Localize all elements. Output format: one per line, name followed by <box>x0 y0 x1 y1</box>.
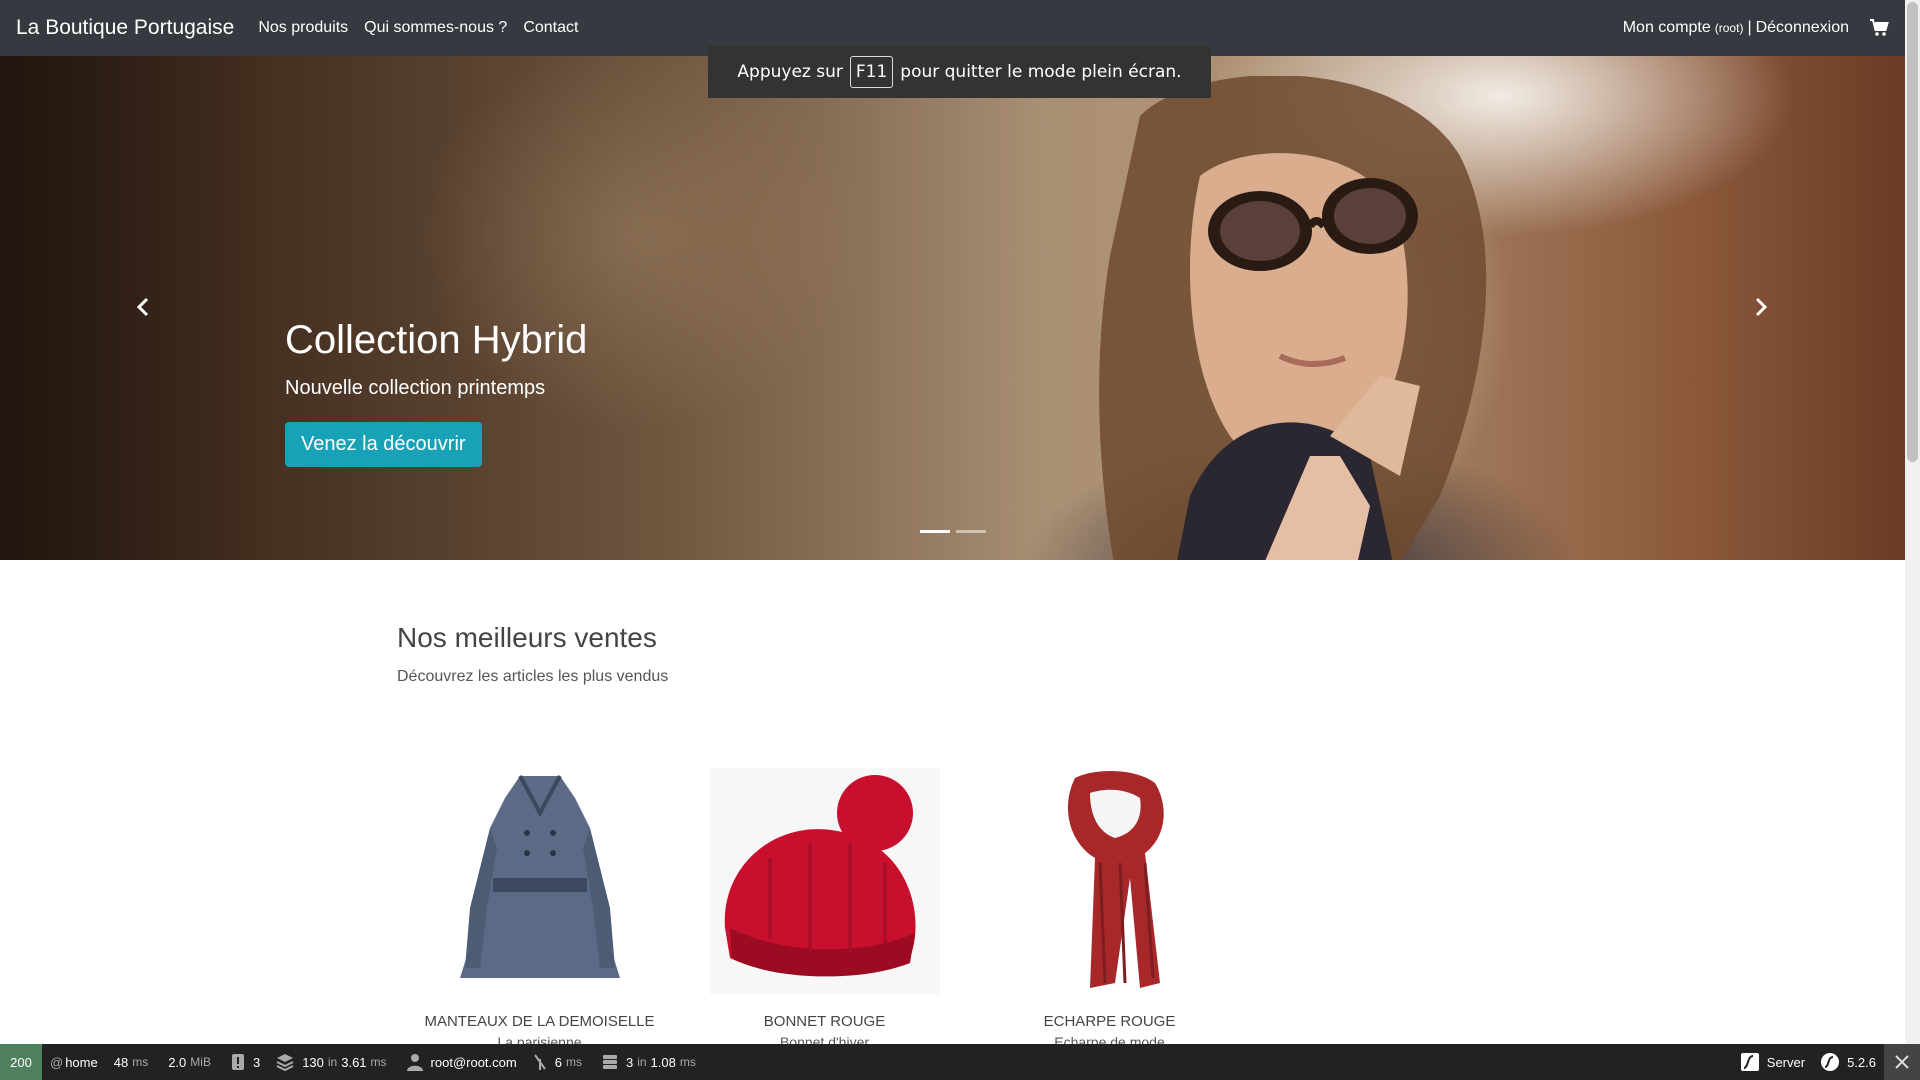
twig-in: in <box>327 1055 338 1069</box>
account-user: (root) <box>1714 21 1744 35</box>
cache-unit: ms <box>565 1055 582 1069</box>
product-list: MANTEAUX DE LA DEMOISELLE La parisienne … <box>397 768 1252 1050</box>
status-badge[interactable]: 200 <box>0 1044 42 1080</box>
nav-separator: | <box>1747 19 1752 36</box>
hero-subtitle: Nouvelle collection printemps <box>285 377 546 399</box>
bestsellers-header: Nos meilleurs ventes Découvrez les artic… <box>397 622 668 686</box>
hero-shade <box>0 56 1905 560</box>
toolbar-route[interactable]: @ home <box>42 1044 106 1080</box>
time-unit: ms <box>132 1055 149 1069</box>
debug-toolbar: 200 @ home 48 ms 2.0 MiB 3 130 in 3.61 m… <box>0 1044 1920 1080</box>
bestsellers-subtitle: Découvrez les articles les plus vendus <box>397 668 669 685</box>
memory-value: 2.0 <box>168 1054 187 1070</box>
discover-button[interactable]: Venez la découvrir <box>285 422 482 467</box>
cart-icon[interactable] <box>1869 18 1889 38</box>
beanie-image <box>709 768 940 994</box>
carousel-indicator-1[interactable] <box>920 530 950 533</box>
scrollbar-thumb[interactable] <box>1907 2 1918 462</box>
fullscreen-notice: Appuyez sur F11 pour quitter le mode ple… <box>708 46 1211 98</box>
close-icon <box>1895 1055 1909 1069</box>
chevron-left-icon <box>136 297 149 317</box>
server-label: Server <box>1766 1054 1806 1070</box>
toolbar-version[interactable]: 5.2.6 <box>1813 1044 1884 1080</box>
user-icon <box>406 1054 423 1071</box>
database-icon <box>602 1055 617 1069</box>
route-name: home <box>65 1054 98 1070</box>
nav-link-about[interactable]: Qui sommes-nous ? <box>364 19 507 37</box>
cache-icon <box>533 1054 546 1070</box>
fullscreen-key: F11 <box>849 56 894 88</box>
toolbar-database[interactable]: 3 in 1.08 ms <box>594 1044 708 1080</box>
account-label: Mon compte <box>1622 19 1711 36</box>
hero-carousel: Collection Hybrid Nouvelle collection pr… <box>0 56 1905 560</box>
db-time: 1.08 <box>650 1054 676 1070</box>
nav-link-products[interactable]: Nos produits <box>258 19 348 37</box>
toolbar-close-button[interactable] <box>1884 1044 1920 1080</box>
toolbar-time[interactable]: 48 ms <box>106 1044 160 1080</box>
cache-value: 6 <box>554 1054 562 1070</box>
carousel-next-button[interactable] <box>1746 292 1776 322</box>
carousel-prev-button[interactable] <box>128 292 158 322</box>
hero-model-image <box>1099 76 1487 560</box>
account-link[interactable]: Mon compte (root) <box>1623 19 1744 37</box>
product-name[interactable]: MANTEAUX DE LA DEMOISELLE <box>397 1013 682 1030</box>
page: La Boutique Portugaise Nos produits Qui … <box>0 0 1920 1080</box>
twig-time: 3.61 <box>341 1054 367 1070</box>
hero-title: Collection Hybrid <box>285 318 588 362</box>
user-email: root@root.com <box>430 1054 517 1070</box>
memory-unit: MiB <box>190 1055 211 1069</box>
product-card[interactable]: ECHARPE ROUGE Echarpe de mode <box>967 768 1252 1050</box>
twig-unit: ms <box>370 1055 387 1069</box>
logout-link[interactable]: Déconnexion <box>1756 19 1849 37</box>
symfony-logo-icon <box>1821 1053 1840 1071</box>
scarf-image <box>1067 771 1164 988</box>
db-count: 3 <box>625 1054 634 1070</box>
toolbar-cache[interactable]: 6 ms <box>525 1044 594 1080</box>
carousel-indicator-2[interactable] <box>956 530 986 533</box>
nav-link-contact[interactable]: Contact <box>523 19 578 37</box>
logs-icon <box>231 1054 244 1070</box>
toolbar-twig[interactable]: 130 in 3.61 ms <box>268 1044 398 1080</box>
layers-icon <box>276 1054 294 1071</box>
toolbar-server[interactable]: Server <box>1733 1044 1813 1080</box>
toolbar-logs[interactable]: 3 <box>223 1044 268 1080</box>
route-prefix: @ <box>50 1054 64 1070</box>
db-unit: ms <box>679 1055 696 1069</box>
nav-account-area: Mon compte (root) | Déconnexion <box>1623 18 1889 38</box>
product-card[interactable]: BONNET ROUGE Bonnet d'hiver <box>682 768 967 1050</box>
brand-link[interactable]: La Boutique Portugaise <box>16 16 234 40</box>
symfony-version: 5.2.6 <box>1847 1054 1876 1070</box>
product-name[interactable]: BONNET ROUGE <box>682 1013 967 1030</box>
bestsellers-title: Nos meilleurs ventes <box>397 622 657 653</box>
page-scrollbar[interactable] <box>1905 0 1920 1044</box>
chevron-right-icon <box>1755 297 1768 317</box>
hero-caption: Collection Hybrid Nouvelle collection pr… <box>285 318 587 467</box>
toolbar-user[interactable]: root@root.com <box>399 1044 525 1080</box>
toolbar-memory[interactable]: 2.0 MiB <box>160 1044 223 1080</box>
symfony-server-icon <box>1740 1053 1759 1071</box>
twig-count: 130 <box>302 1054 324 1070</box>
fullscreen-notice-after: pour quitter le mode plein écran. <box>900 62 1182 82</box>
product-name[interactable]: ECHARPE ROUGE <box>967 1013 1252 1030</box>
coat-image <box>459 775 620 978</box>
toolbar-right: Server 5.2.6 <box>1733 1044 1920 1080</box>
logs-count: 3 <box>252 1054 261 1070</box>
db-in: in <box>637 1055 647 1069</box>
time-value: 48 <box>113 1054 129 1070</box>
fullscreen-notice-before: Appuyez sur <box>737 62 843 82</box>
carousel-indicators <box>920 530 986 533</box>
product-card[interactable]: MANTEAUX DE LA DEMOISELLE La parisienne <box>397 768 682 1050</box>
